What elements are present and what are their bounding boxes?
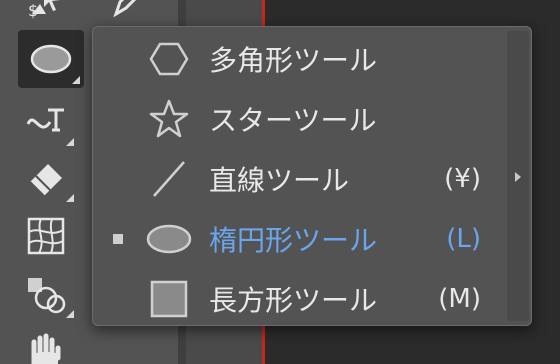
shape-tools-flyout: 多角形ツール スターツール 直線ツール (¥) 楕円形ツール (L) 長方形ツー…: [92, 26, 532, 326]
menu-item-star-tool[interactable]: スターツール: [93, 89, 503, 149]
ellipse-tool[interactable]: [18, 30, 84, 88]
curvature-icon: [24, 102, 68, 142]
flyout-indicator-icon: [66, 138, 74, 146]
menu-item-line-tool[interactable]: 直線ツール (¥): [93, 149, 503, 209]
menu-item-shortcut: (¥): [444, 164, 481, 194]
eraser-tool[interactable]: [14, 150, 78, 206]
tear-off-handle[interactable]: [507, 31, 529, 321]
hand-tool[interactable]: [14, 326, 78, 364]
pen-tool[interactable]: [96, 0, 160, 28]
svg-text:$: $: [28, 1, 38, 20]
star-icon: [145, 95, 193, 143]
menu-item-label: 長方形ツール: [209, 284, 378, 317]
menu-item-label: 多角形ツール: [209, 44, 378, 77]
menu-item-label: 楕円形ツール: [209, 224, 378, 257]
mesh-icon: [26, 216, 66, 256]
rectangle-icon: [145, 275, 193, 323]
ellipse-icon: [145, 215, 193, 263]
flyout-indicator-icon: [72, 76, 80, 84]
flyout-indicator-icon: [66, 194, 74, 202]
line-icon: [145, 155, 193, 203]
mesh-tool[interactable]: [14, 208, 78, 264]
menu-item-label: スターツール: [209, 104, 377, 137]
menu-item-rectangle-tool[interactable]: 長方形ツール (M): [93, 269, 503, 329]
menu-item-ellipse-tool[interactable]: 楕円形ツール (L): [93, 209, 503, 269]
hand-icon: [26, 332, 66, 364]
direct-select-icon: $: [26, 0, 66, 20]
selected-bullet-icon: [113, 234, 123, 244]
menu-item-shortcut: (L): [446, 224, 481, 254]
menu-item-polygon-tool[interactable]: 多角形ツール: [93, 29, 503, 89]
shape-builder-tool[interactable]: [14, 266, 78, 322]
flyout-indicator-icon: [66, 310, 74, 318]
menu-item-shortcut: (M): [438, 284, 481, 314]
curvature-tool[interactable]: [14, 94, 78, 150]
ellipse-icon: [29, 43, 73, 75]
eraser-icon: [24, 156, 68, 200]
shape-builder-icon: [24, 274, 68, 314]
polygon-icon: [145, 35, 193, 83]
menu-item-label: 直線ツール: [209, 164, 350, 197]
pen-icon: [108, 0, 148, 20]
illustrator-workspace: $ 多角形ツール スターツール 直線ツール (¥) 楕円形ツール (L) 長方形…: [0, 0, 560, 364]
direct-select-tool[interactable]: $: [14, 0, 78, 28]
chevron-right-icon: [514, 167, 522, 186]
